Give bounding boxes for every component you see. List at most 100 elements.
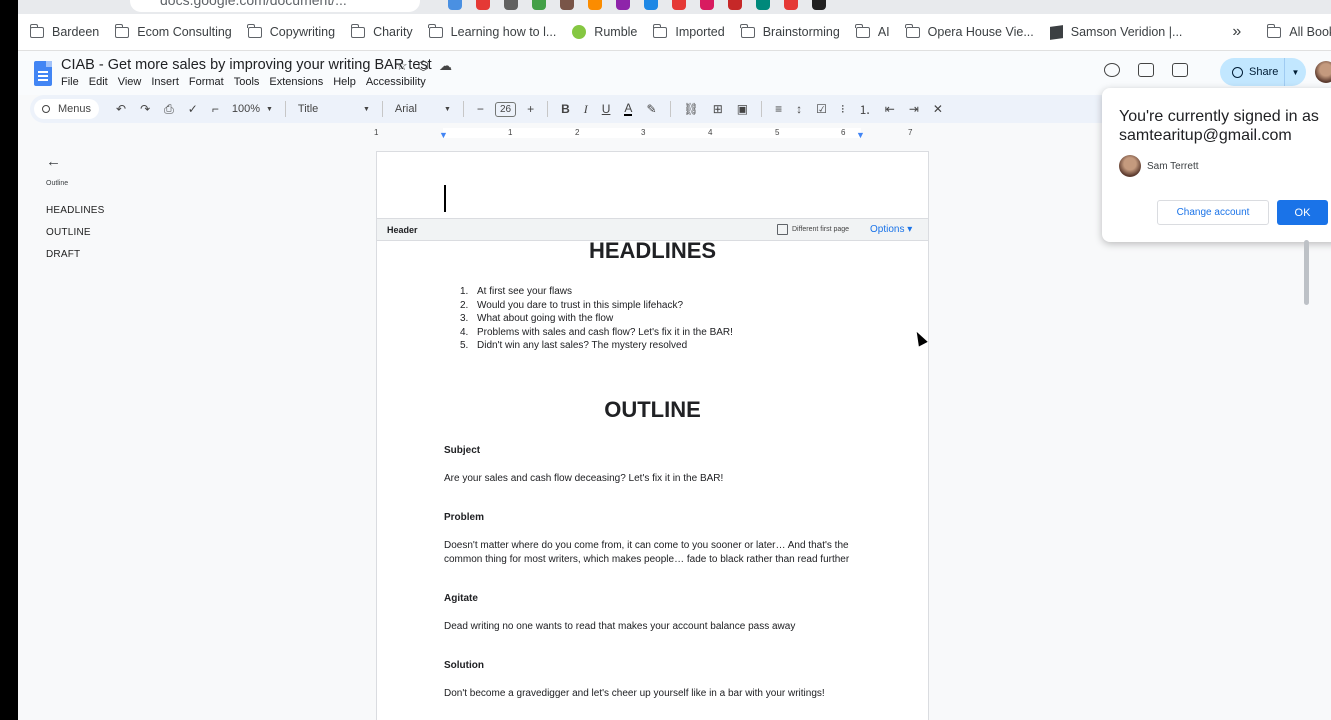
- extension-icon[interactable]: [672, 0, 686, 10]
- align-icon[interactable]: ≡: [775, 102, 782, 116]
- extension-icon[interactable]: [728, 0, 742, 10]
- bookmark-ai[interactable]: AI: [855, 23, 890, 39]
- extension-icon[interactable]: [476, 0, 490, 10]
- bold-icon[interactable]: B: [561, 102, 570, 116]
- document-title[interactable]: CIAB - Get more sales by improving your …: [61, 57, 432, 73]
- share-button[interactable]: Share ▼: [1220, 58, 1306, 86]
- outline-item-headlines[interactable]: HEADLINES: [46, 205, 105, 216]
- italic-icon[interactable]: I: [584, 102, 588, 117]
- right-indent-marker-icon[interactable]: ▼: [856, 130, 865, 140]
- extension-icon[interactable]: [644, 0, 658, 10]
- address-bar[interactable]: docs.google.com/document/...: [130, 0, 420, 12]
- menu-edit[interactable]: Edit: [89, 76, 108, 88]
- extension-icon[interactable]: [504, 0, 518, 10]
- menu-format[interactable]: Format: [189, 76, 224, 88]
- bulleted-list-icon[interactable]: ⁝: [841, 102, 845, 116]
- extension-icon[interactable]: [784, 0, 798, 10]
- all-bookmarks-button[interactable]: All Bookmarks: [1266, 23, 1331, 39]
- search-icon: [42, 105, 50, 113]
- bookmark-rumble[interactable]: Rumble: [572, 25, 637, 39]
- scrollbar[interactable]: [1304, 240, 1309, 305]
- numbered-list-icon[interactable]: ⒈: [859, 101, 871, 118]
- decrease-font-size-button[interactable]: −: [477, 102, 484, 116]
- extension-icon[interactable]: [812, 0, 826, 10]
- extension-icon[interactable]: [588, 0, 602, 10]
- menu-insert[interactable]: Insert: [151, 76, 179, 88]
- font-select[interactable]: Arial ▼: [395, 103, 451, 115]
- undo-icon[interactable]: ↶: [116, 102, 126, 116]
- spellcheck-icon[interactable]: ✓: [188, 102, 198, 116]
- different-first-page-checkbox[interactable]: [777, 224, 788, 235]
- clear-formatting-icon[interactable]: ✕: [933, 102, 943, 116]
- font-size-input[interactable]: 26: [494, 101, 517, 117]
- link-icon[interactable]: ⛓: [684, 102, 699, 116]
- folder-icon: [855, 23, 870, 38]
- screen-edge: [0, 0, 18, 720]
- bookmark-opera-house[interactable]: Opera House Vie...: [905, 23, 1034, 39]
- menu-tools[interactable]: Tools: [234, 76, 260, 88]
- checklist-icon[interactable]: ☑: [816, 102, 827, 116]
- extension-icons: [448, 0, 826, 10]
- print-icon[interactable]: ⎙: [164, 102, 174, 117]
- account-avatar[interactable]: [1315, 61, 1331, 83]
- outline-item-draft[interactable]: DRAFT: [46, 249, 80, 260]
- extension-icon[interactable]: [616, 0, 630, 10]
- increase-indent-icon[interactable]: ⇥: [909, 102, 919, 116]
- document-page[interactable]: Header Different first page Options ▾ HE…: [376, 151, 929, 720]
- underline-icon[interactable]: U: [602, 102, 611, 116]
- extension-icon[interactable]: [756, 0, 770, 10]
- paint-format-icon[interactable]: ⌐: [212, 102, 219, 116]
- meet-video-icon[interactable]: [1172, 63, 1188, 77]
- share-dropdown-chevron-icon[interactable]: ▼: [1284, 58, 1306, 86]
- bookmark-bardeen[interactable]: Bardeen: [29, 23, 99, 39]
- bookmark-ecom-consulting[interactable]: Ecom Consulting: [114, 23, 232, 39]
- bookmark-learning[interactable]: Learning how to l...: [428, 23, 556, 39]
- ruler-number: 4: [708, 128, 713, 137]
- bookmark-brainstorming[interactable]: Brainstorming: [740, 23, 840, 39]
- redo-icon[interactable]: ↷: [140, 102, 150, 116]
- bookmarks-overflow-button[interactable]: »: [1232, 23, 1241, 41]
- cloud-status-icon[interactable]: ☁: [439, 58, 452, 74]
- version-history-icon[interactable]: [1104, 63, 1120, 77]
- docs-logo-icon[interactable]: [34, 61, 52, 86]
- menu-file[interactable]: File: [61, 76, 79, 88]
- bookmark-imported[interactable]: Imported: [652, 23, 725, 39]
- change-account-button[interactable]: Change account: [1157, 200, 1269, 225]
- menu-view[interactable]: View: [118, 76, 142, 88]
- left-indent-marker-icon[interactable]: ▼: [439, 130, 448, 140]
- extension-icon[interactable]: [560, 0, 574, 10]
- menus-search[interactable]: Menus: [34, 99, 100, 119]
- bookmark-charity[interactable]: Charity: [350, 23, 413, 39]
- ruler-number: 1: [508, 128, 513, 137]
- folder-icon: [350, 23, 366, 38]
- menu-accessibility[interactable]: Accessibility: [366, 76, 426, 88]
- comments-icon[interactable]: [1138, 63, 1154, 77]
- outline-item-outline[interactable]: OUTLINE: [46, 227, 91, 238]
- ok-button[interactable]: OK: [1277, 200, 1328, 225]
- divider: [462, 101, 464, 117]
- back-arrow-icon[interactable]: ←: [46, 153, 61, 170]
- bookmark-copywriting[interactable]: Copywriting: [247, 23, 335, 39]
- menu-help[interactable]: Help: [333, 76, 356, 88]
- bookmark-samson-veridion[interactable]: Samson Veridion |...: [1049, 24, 1182, 40]
- ruler-number: 5: [775, 128, 780, 137]
- extension-icon[interactable]: [700, 0, 714, 10]
- menu-extensions[interactable]: Extensions: [269, 76, 323, 88]
- star-icon[interactable]: ☆: [396, 58, 408, 74]
- highlight-icon[interactable]: ✎: [646, 102, 656, 116]
- comment-icon[interactable]: ⊞: [713, 102, 723, 116]
- extension-icon[interactable]: [532, 0, 546, 10]
- style-select[interactable]: Title ▼: [298, 103, 370, 115]
- decrease-indent-icon[interactable]: ⇤: [885, 102, 895, 116]
- image-icon[interactable]: ▣: [737, 102, 748, 116]
- account-popup: You're currently signed in as samtearitu…: [1102, 88, 1331, 242]
- header-options-button[interactable]: Options ▾: [870, 224, 912, 235]
- headlines-list: 1. At first see your flaws 2. Would you da…: [460, 285, 733, 353]
- line-spacing-icon[interactable]: ↕: [796, 102, 802, 116]
- zoom-select[interactable]: 100% ▼: [232, 103, 273, 115]
- extension-icon[interactable]: [448, 0, 462, 10]
- ruler-number: 2: [575, 128, 580, 137]
- increase-font-size-button[interactable]: +: [527, 102, 534, 116]
- text-color-icon[interactable]: A: [624, 102, 633, 116]
- move-icon[interactable]: ⬡: [418, 58, 429, 74]
